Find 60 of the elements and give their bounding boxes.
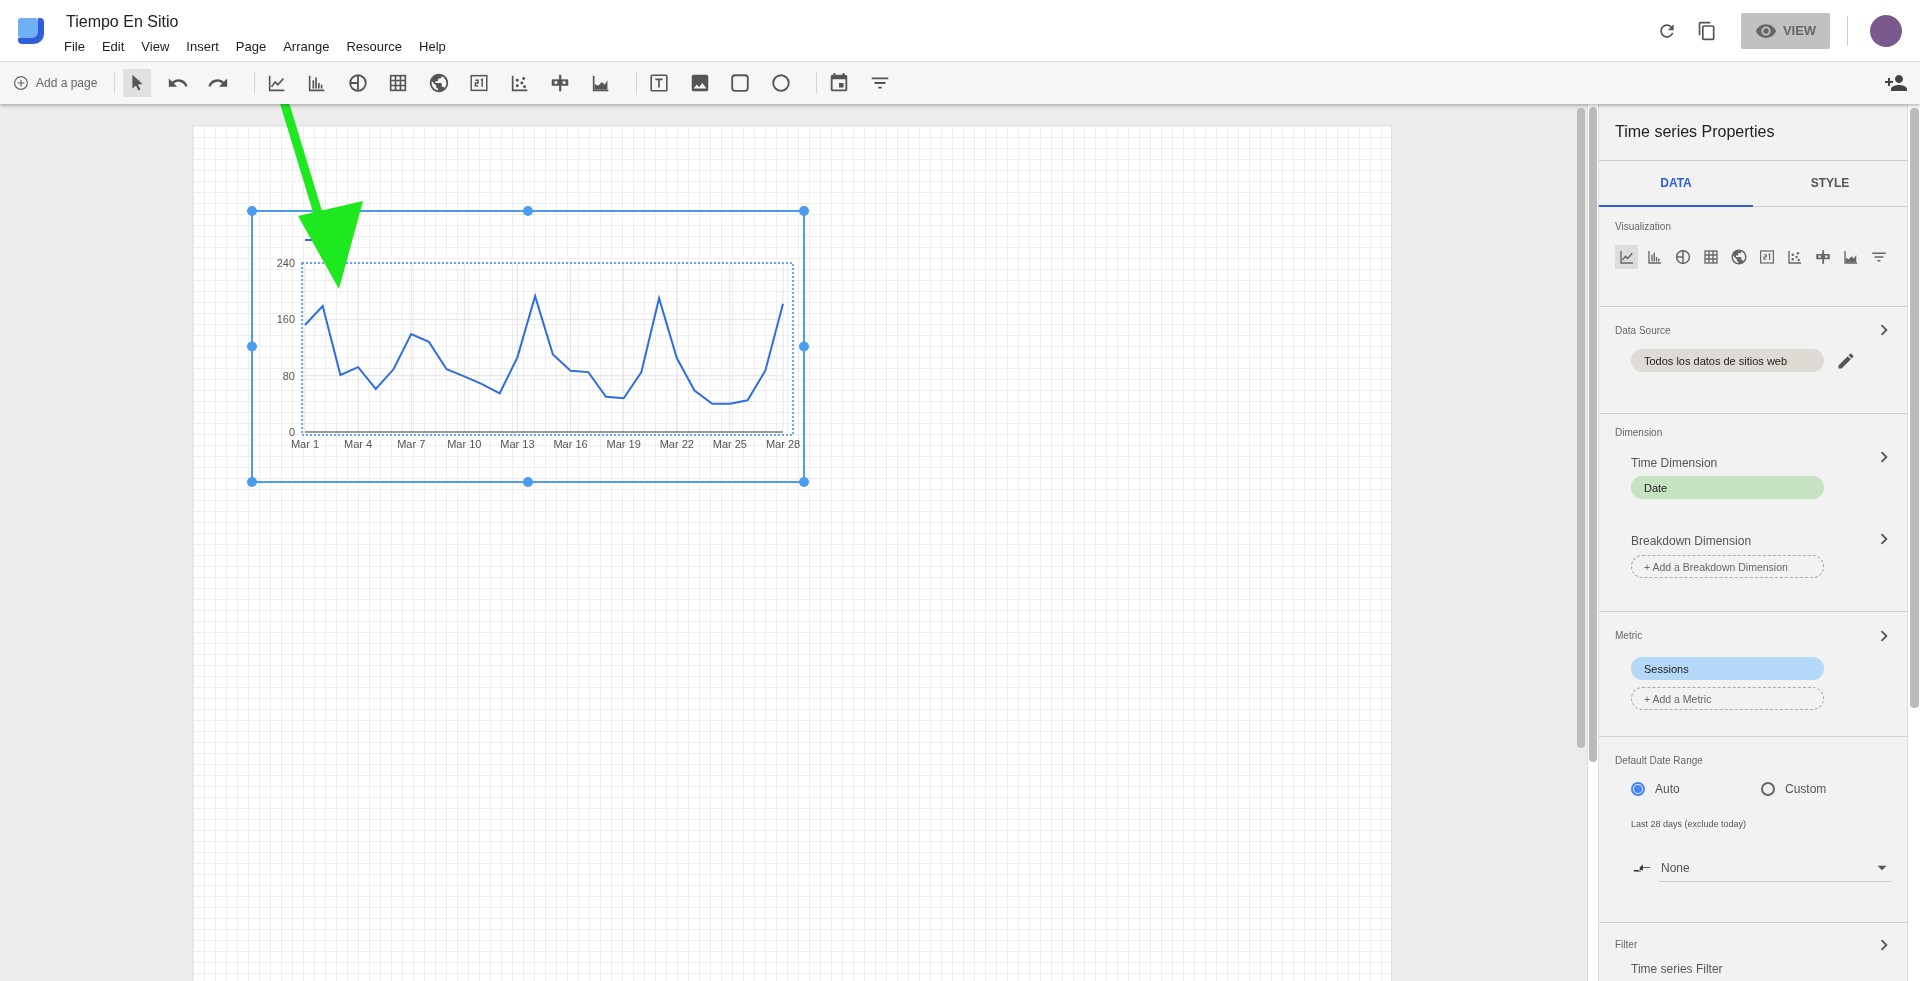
- menu-item[interactable]: File: [64, 39, 95, 54]
- section-label: Filter: [1615, 939, 1638, 950]
- menu-item[interactable]: Edit: [101, 39, 135, 54]
- field-label: Breakdown Dimension: [1631, 534, 1752, 548]
- resize-handle[interactable]: [799, 341, 809, 352]
- scrollbar-thumb[interactable]: [1909, 108, 1919, 708]
- radio-button[interactable]: [1631, 782, 1645, 796]
- scrollbar-thumb[interactable]: [1577, 108, 1585, 748]
- axis-tick-label: Mar 4: [344, 438, 373, 450]
- menu-item[interactable]: Help: [419, 39, 456, 54]
- scrollbar-thumb[interactable]: [1589, 107, 1597, 762]
- resize-handle[interactable]: [247, 477, 257, 487]
- resize-handle[interactable]: [247, 206, 257, 216]
- resize-handle[interactable]: [523, 477, 533, 487]
- add-circle-icon[interactable]: [12, 74, 30, 92]
- axis-tick-label: Mar 25: [712, 438, 747, 450]
- panel-title: Time series Properties: [1615, 123, 1775, 141]
- section-label: Default Date Range: [1615, 755, 1703, 766]
- section-label: Metric: [1615, 630, 1643, 641]
- date-range-note: Last 28 days (exclude today): [1631, 819, 1747, 829]
- menu-item[interactable]: Arrange: [283, 39, 340, 54]
- menu-item[interactable]: View: [141, 39, 180, 54]
- radio-option[interactable]: Auto: [1631, 782, 1761, 796]
- logo-icon: [18, 18, 44, 44]
- section-label: Dimension: [1615, 427, 1663, 438]
- radio-button[interactable]: [1761, 782, 1775, 796]
- section-label: Visualization: [1615, 221, 1671, 232]
- resize-handle[interactable]: [247, 341, 257, 352]
- data-source-chip[interactable]: Todos los datos de sitios web: [1631, 349, 1824, 372]
- menu-item[interactable]: Resource: [346, 39, 413, 54]
- add-page-button[interactable]: Add a page: [12, 74, 98, 92]
- resize-handle[interactable]: [799, 206, 809, 216]
- axis-tick-label: Mar 19: [606, 438, 641, 450]
- axis-tick-label: Mar 10: [447, 438, 482, 450]
- resize-handle[interactable]: [523, 206, 533, 216]
- radio-option[interactable]: Custom: [1761, 782, 1891, 796]
- report-title[interactable]: Tiempo En Sitio: [64, 13, 463, 31]
- axis-tick-label: Mar 28: [765, 438, 801, 450]
- user-avatar[interactable]: [1870, 14, 1902, 47]
- comparison-dropdown[interactable]: None: [1659, 855, 1891, 882]
- dimension-chip[interactable]: Date: [1631, 476, 1824, 499]
- copy-icon[interactable]: [1697, 20, 1717, 41]
- panel-tab[interactable]: DATA: [1599, 161, 1753, 207]
- axis-tick-label: 80: [282, 369, 295, 382]
- axis-tick-label: Mar 1: [290, 438, 320, 450]
- axis-tick-label: Mar 22: [659, 438, 694, 450]
- menu-item[interactable]: Insert: [186, 39, 229, 54]
- axis-tick-label: Mar 13: [500, 438, 535, 450]
- metric-chip[interactable]: Sessions: [1631, 657, 1824, 680]
- field-label: Time Dimension: [1631, 456, 1718, 470]
- section-label: Data Source: [1615, 325, 1671, 336]
- axis-tick-label: 240: [276, 257, 295, 269]
- panel-tab[interactable]: STYLE: [1753, 161, 1907, 207]
- axis-tick-label: 0: [288, 426, 295, 438]
- axis-tick-label: Mar 16: [553, 438, 588, 450]
- resize-handle[interactable]: [799, 477, 809, 487]
- axis-tick-label: Mar 7: [397, 438, 426, 450]
- axis-tick-label: 160: [276, 313, 295, 326]
- menu-item[interactable]: Page: [235, 39, 277, 54]
- field-label: Time series Filter: [1631, 962, 1723, 976]
